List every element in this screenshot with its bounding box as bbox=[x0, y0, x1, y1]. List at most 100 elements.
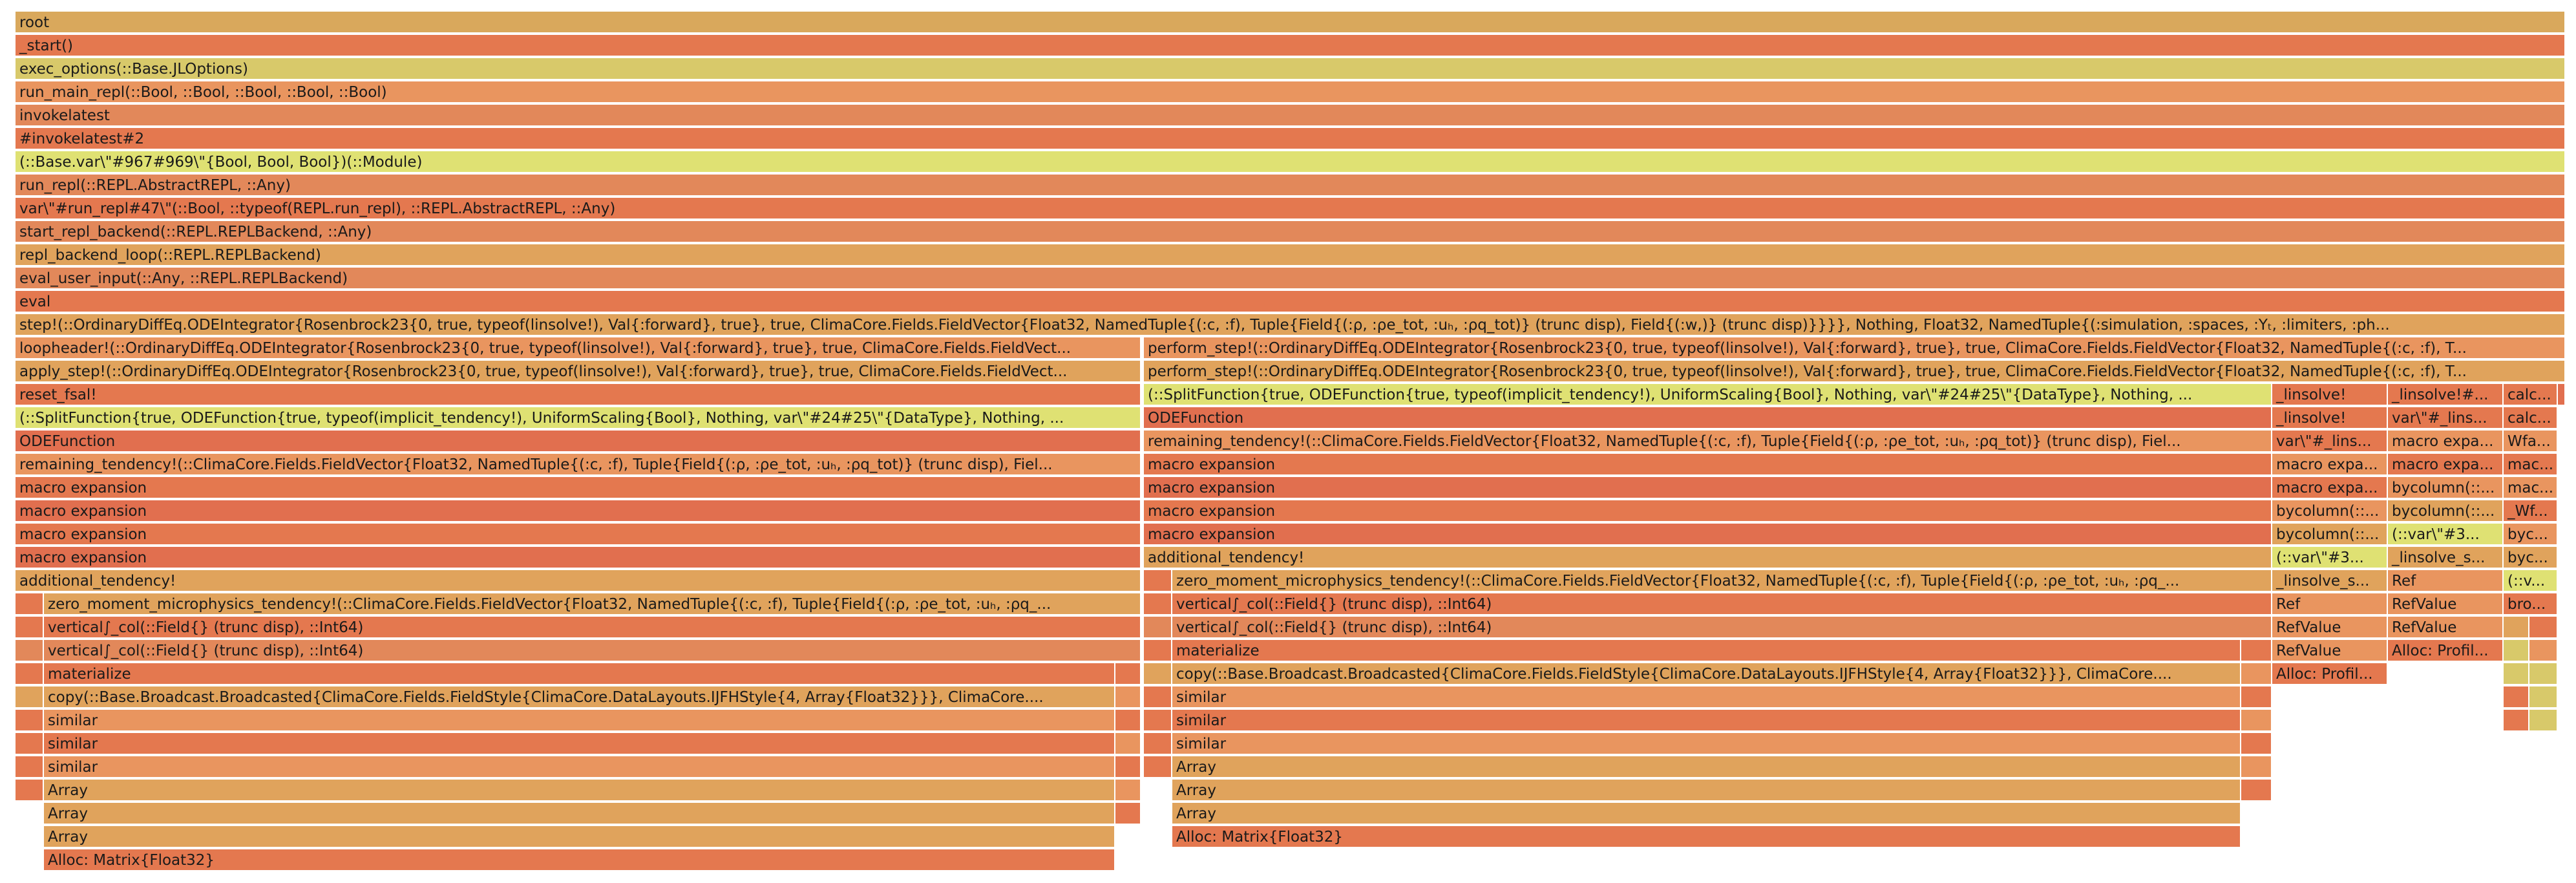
flame-frame[interactable] bbox=[1144, 756, 1172, 778]
flame-frame[interactable]: zero_moment_microphysics_tendency!(::Cli… bbox=[1172, 570, 2272, 592]
flame-frame[interactable]: exec_options(::Base.JLOptions) bbox=[16, 58, 2566, 80]
flame-frame[interactable]: byc... bbox=[2504, 547, 2558, 569]
flame-frame[interactable]: additional_tendency! bbox=[16, 570, 1141, 592]
flame-frame[interactable] bbox=[1115, 710, 1141, 732]
flame-frame[interactable]: (::var\"#3... bbox=[2388, 524, 2504, 546]
flame-frame[interactable]: materialize bbox=[1172, 640, 2241, 662]
flame-frame[interactable]: macro expansion bbox=[1144, 524, 2272, 546]
flame-frame[interactable]: Alloc: Matrix{Float32} bbox=[1172, 826, 2241, 848]
flame-frame[interactable]: Alloc: Matrix{Float32} bbox=[44, 849, 1115, 871]
flame-frame[interactable]: eval bbox=[16, 291, 2566, 313]
flame-frame[interactable] bbox=[2241, 686, 2272, 708]
flame-frame[interactable]: materialize bbox=[44, 663, 1115, 685]
flame-frame[interactable]: _linsolve!#... bbox=[2388, 384, 2504, 406]
flame-frame[interactable]: mac... bbox=[2504, 454, 2558, 476]
flame-frame[interactable]: _linsolve! bbox=[2272, 407, 2388, 429]
flame-frame[interactable]: _start() bbox=[16, 35, 2566, 57]
flame-frame[interactable] bbox=[1144, 710, 1172, 732]
flame-frame[interactable]: Array bbox=[44, 803, 1115, 825]
flame-frame[interactable]: vertical∫_col(::Field{} (trunc disp), ::… bbox=[1172, 617, 2272, 639]
flame-frame[interactable]: (::var\"#3... bbox=[2272, 547, 2388, 569]
flame-frame[interactable]: run_repl(::REPL.AbstractREPL, ::Any) bbox=[16, 175, 2566, 197]
flame-frame[interactable]: Ref bbox=[2388, 570, 2504, 592]
flame-frame[interactable] bbox=[2529, 686, 2558, 708]
flame-frame[interactable] bbox=[2504, 617, 2529, 639]
flame-frame[interactable] bbox=[2504, 686, 2529, 708]
flame-frame[interactable]: RefValue bbox=[2388, 593, 2504, 615]
flame-frame[interactable]: Ref bbox=[2272, 593, 2388, 615]
flame-frame[interactable] bbox=[2529, 710, 2558, 732]
flame-frame[interactable] bbox=[1115, 780, 1141, 802]
flame-frame[interactable] bbox=[16, 617, 44, 639]
flame-frame[interactable]: macro expansion bbox=[16, 500, 1141, 522]
flame-frame[interactable]: bycolumn(::... bbox=[2388, 500, 2504, 522]
flame-frame[interactable] bbox=[1115, 663, 1141, 685]
flame-frame[interactable]: root bbox=[16, 12, 2566, 34]
flame-frame[interactable]: calc... bbox=[2504, 407, 2558, 429]
flame-frame[interactable]: (::SplitFunction{true, ODEFunction{true,… bbox=[16, 407, 1141, 429]
flame-frame[interactable] bbox=[2529, 640, 2558, 662]
flame-frame[interactable] bbox=[2504, 663, 2529, 685]
flame-frame[interactable] bbox=[16, 686, 44, 708]
flame-frame[interactable] bbox=[16, 756, 44, 778]
flame-frame[interactable] bbox=[2241, 640, 2272, 662]
flame-frame[interactable]: start_repl_backend(::REPL.REPLBackend, :… bbox=[16, 221, 2566, 243]
flame-frame[interactable] bbox=[1144, 617, 1172, 639]
flame-frame[interactable]: Array bbox=[1172, 756, 2241, 778]
flame-frame[interactable] bbox=[2241, 663, 2272, 685]
flame-frame[interactable] bbox=[16, 640, 44, 662]
flame-frame[interactable] bbox=[2558, 384, 2566, 406]
flame-frame[interactable]: similar bbox=[1172, 686, 2241, 708]
flame-frame[interactable]: (::SplitFunction{true, ODEFunction{true,… bbox=[1144, 384, 2272, 406]
flame-frame[interactable]: RefValue bbox=[2272, 640, 2388, 662]
flame-frame[interactable]: bycolumn(::... bbox=[2272, 524, 2388, 546]
flame-frame[interactable]: ODEFunction bbox=[16, 431, 1141, 452]
flame-frame[interactable]: _linsolve_s... bbox=[2272, 570, 2388, 592]
flame-frame[interactable]: vertical∫_col(::Field{} (trunc disp), ::… bbox=[44, 640, 1141, 662]
flame-frame[interactable]: similar bbox=[1172, 710, 2241, 732]
flame-frame[interactable] bbox=[16, 780, 44, 802]
flame-frame[interactable]: Alloc: Profil... bbox=[2388, 640, 2504, 662]
flame-frame[interactable]: calc... bbox=[2504, 384, 2558, 406]
flame-frame[interactable]: _Wf... bbox=[2504, 500, 2558, 522]
flame-frame[interactable]: similar bbox=[1172, 733, 2241, 755]
flame-frame[interactable]: RefValue bbox=[2272, 617, 2388, 639]
flame-frame[interactable]: macro expansion bbox=[16, 547, 1141, 569]
flame-frame[interactable]: step!(::OrdinaryDiffEq.ODEIntegrator{Ros… bbox=[16, 314, 2566, 336]
flame-frame[interactable]: _linsolve_s... bbox=[2388, 547, 2504, 569]
flame-frame[interactable]: _linsolve! bbox=[2272, 384, 2388, 406]
flame-frame[interactable]: mac... bbox=[2504, 477, 2558, 499]
flame-frame[interactable]: similar bbox=[44, 733, 1115, 755]
flame-frame[interactable]: zero_moment_microphysics_tendency!(::Cli… bbox=[44, 593, 1141, 615]
flame-frame[interactable] bbox=[1115, 686, 1141, 708]
flame-frame[interactable]: remaining_tendency!(::ClimaCore.Fields.F… bbox=[1144, 431, 2272, 452]
flame-frame[interactable] bbox=[1144, 733, 1172, 755]
flame-frame[interactable]: remaining_tendency!(::ClimaCore.Fields.F… bbox=[16, 454, 1141, 476]
flame-frame[interactable]: macro expansion bbox=[16, 477, 1141, 499]
flame-frame[interactable]: macro expa... bbox=[2388, 454, 2504, 476]
flame-frame[interactable] bbox=[1144, 593, 1172, 615]
flame-frame[interactable] bbox=[16, 710, 44, 732]
flame-frame[interactable]: eval_user_input(::Any, ::REPL.REPLBacken… bbox=[16, 268, 2566, 290]
flame-frame[interactable] bbox=[1144, 570, 1172, 592]
flame-frame[interactable]: (::Base.var\"#967#969\"{Bool, Bool, Bool… bbox=[16, 151, 2566, 173]
flame-frame[interactable]: bycolumn(::... bbox=[2388, 477, 2504, 499]
flame-frame[interactable]: macro expansion bbox=[16, 524, 1141, 546]
flame-frame[interactable]: macro expansion bbox=[1144, 500, 2272, 522]
flame-frame[interactable] bbox=[16, 733, 44, 755]
flame-frame[interactable]: Array bbox=[44, 780, 1115, 802]
flame-frame[interactable] bbox=[2504, 640, 2529, 662]
flame-frame[interactable] bbox=[2241, 733, 2272, 755]
flame-frame[interactable] bbox=[16, 663, 44, 685]
flame-frame[interactable]: copy(::Base.Broadcast.Broadcasted{ClimaC… bbox=[1172, 663, 2241, 685]
flame-frame[interactable]: RefValue bbox=[2388, 617, 2504, 639]
flame-frame[interactable]: macro expansion bbox=[1144, 477, 2272, 499]
flame-frame[interactable]: bycolumn(::... bbox=[2272, 500, 2388, 522]
flame-frame[interactable]: Array bbox=[1172, 780, 2241, 802]
flame-frame[interactable] bbox=[2529, 617, 2558, 639]
flame-frame[interactable]: apply_step!(::OrdinaryDiffEq.ODEIntegrat… bbox=[16, 361, 1141, 383]
flame-frame[interactable] bbox=[2241, 756, 2272, 778]
flame-frame[interactable] bbox=[2241, 710, 2272, 732]
flame-frame[interactable]: byc... bbox=[2504, 524, 2558, 546]
flame-frame[interactable]: perform_step!(::OrdinaryDiffEq.ODEIntegr… bbox=[1144, 337, 2566, 359]
